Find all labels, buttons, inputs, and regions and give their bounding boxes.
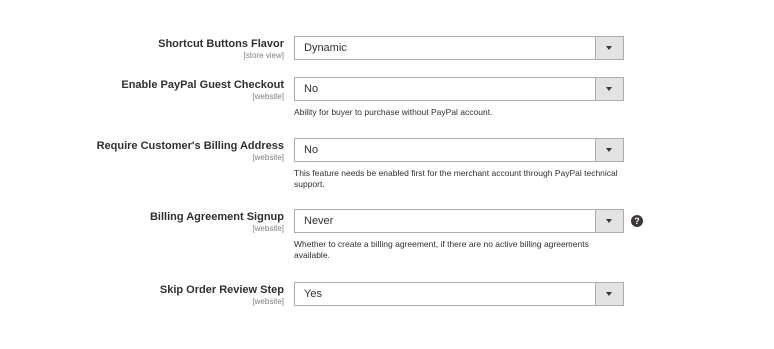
field-control: No Ability for buyer to purchase without… [294,77,624,118]
chevron-down-icon [606,87,612,91]
scope-label: [website] [252,224,284,233]
scope-label: [website] [252,92,284,101]
field-note: Whether to create a billing agreement, i… [294,239,589,260]
select-arrow-button[interactable] [595,37,623,59]
chevron-down-icon [606,219,612,223]
select-value: Never [304,215,334,227]
select-arrow-button[interactable] [595,283,623,305]
select-arrow-button[interactable] [595,210,623,232]
chevron-down-icon [606,148,612,152]
field-note: This feature needs be enabled first for … [294,168,618,189]
field-label: Skip Order Review Step [159,284,284,296]
field-label: Require Customer's Billing Address [96,140,284,152]
field-label: Shortcut Buttons Flavor [158,38,284,50]
field-label-group: Billing Agreement Signup [website] [0,211,284,234]
select-value: No [304,83,319,95]
chevron-down-icon [606,46,612,50]
scope-label: [website] [252,153,284,162]
chevron-down-icon [606,292,612,296]
scope-label: [store view] [243,51,284,60]
field-control: Yes [294,282,624,306]
field-label-group: Enable PayPal Guest Checkout [website] [0,79,284,102]
field-control: No This feature needs be enabled first f… [294,138,624,190]
field-control: Dynamic [294,36,624,60]
field-label: Enable PayPal Guest Checkout [121,79,284,91]
skip-order-review-step-select[interactable]: Yes [294,282,624,306]
select-arrow-button[interactable] [595,139,623,161]
field-note: Ability for buyer to purchase without Pa… [294,107,493,117]
field-control: Never Whether to create a billing agreem… [294,209,624,261]
billing-agreement-signup-select[interactable]: Never [294,209,624,233]
field-label-group: Shortcut Buttons Flavor [store view] [0,38,284,61]
select-value: Dynamic [304,42,347,54]
select-value: Yes [304,288,322,300]
field-label-group: Skip Order Review Step [website] [0,284,284,307]
require-billing-address-select[interactable]: No [294,138,624,162]
select-value: No [304,144,319,156]
question-circle-icon[interactable]: ? [631,215,643,227]
shortcut-buttons-flavor-select[interactable]: Dynamic [294,36,624,60]
field-label-group: Require Customer's Billing Address [webs… [0,140,284,163]
select-arrow-button[interactable] [595,78,623,100]
enable-paypal-guest-checkout-select[interactable]: No [294,77,624,101]
field-label: Billing Agreement Signup [149,211,284,223]
scope-label: [website] [252,297,284,306]
